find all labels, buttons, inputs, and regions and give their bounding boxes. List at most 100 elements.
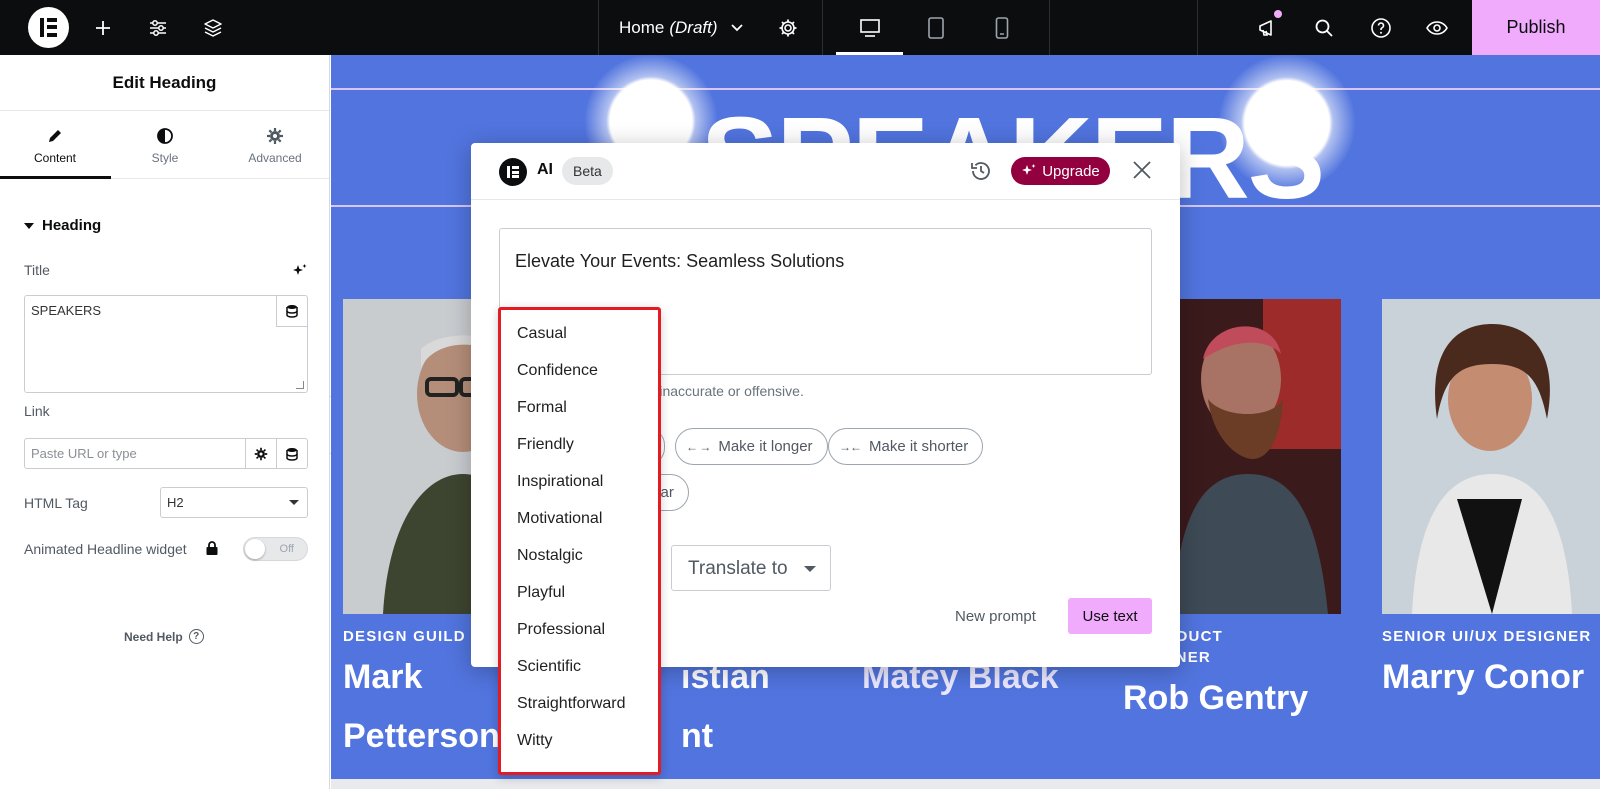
help-circle-icon: ? [188,629,204,644]
make-shorter-chip[interactable]: →← Make it shorter [828,428,984,465]
expand-arrows-icon: ← → [686,439,711,454]
tab-content[interactable]: Content [0,111,110,179]
title-label: Title [24,262,50,278]
active-tab-indicator [0,176,111,179]
speaker-photo [1163,299,1341,614]
speaker-name: Mark [343,658,423,696]
help-button[interactable] [1366,0,1396,55]
make-longer-chip[interactable]: ← → Make it longer [675,428,828,465]
dialog-header: AI Beta Upgrade [471,143,1180,200]
layers-icon [204,18,222,37]
menu-item-motivational[interactable]: Motivational [517,510,602,528]
menu-item-witty[interactable]: Witty [517,732,553,750]
speaker-name: Petterson [343,717,500,755]
animated-headline-toggle[interactable]: Off [243,537,308,561]
resize-handle[interactable] [296,381,304,389]
add-element-button[interactable] [88,0,118,55]
publish-button[interactable]: Publish [1472,0,1600,55]
html-tag-select[interactable]: H2 [160,487,308,518]
need-help-link[interactable]: Need Help ? [124,629,204,644]
tab-label: Style [151,151,179,165]
menu-item-playful[interactable]: Playful [517,584,565,602]
upgrade-button[interactable]: Upgrade [1011,157,1110,185]
menu-item-inspirational[interactable]: Inspirational [517,473,603,491]
contrast-icon [157,128,173,144]
close-button[interactable] [1131,159,1153,186]
speaker-name: Marry Conor [1382,658,1585,696]
beta-badge: Beta [562,157,613,185]
link-placeholder: Paste URL or type [31,446,137,461]
tab-label: Content [33,151,77,165]
elementor-logo-button[interactable] [28,7,69,48]
elementor-logo-icon [499,158,527,186]
speaker-photo [1382,299,1600,614]
translate-select[interactable]: Translate to [671,545,831,591]
tab-style[interactable]: Style [110,111,220,179]
sparkle-icon [293,264,307,275]
ai-sparkle-button[interactable] [292,263,308,284]
preview-button[interactable] [1422,0,1452,55]
lock-icon [205,540,219,561]
mobile-icon [995,16,1009,39]
divider [1049,0,1050,55]
page-title-button[interactable]: Home (Draft) [619,0,744,55]
new-prompt-button[interactable]: New prompt [955,608,1036,625]
generated-text: Elevate Your Events: Seamless Solutions [515,251,845,271]
page-status: (Draft) [669,17,718,37]
page-settings-button[interactable] [773,0,803,55]
divider [822,0,823,55]
use-text-button[interactable]: Use text [1068,598,1152,634]
need-help-label: Need Help [124,629,183,644]
dynamic-tags-button[interactable] [276,296,307,327]
caret-down-icon [24,222,34,229]
megaphone-icon [1259,19,1272,36]
link-options-button[interactable] [245,439,276,468]
desktop-view-button[interactable] [855,0,885,55]
horizontal-scrollbar[interactable] [331,779,1600,789]
section-title: Heading [42,217,102,234]
search-button[interactable] [1309,0,1339,55]
search-icon [1315,19,1333,37]
menu-item-professional[interactable]: Professional [517,621,605,639]
eye-icon [1426,20,1448,35]
structure-button[interactable] [198,0,228,55]
section-heading-toggle[interactable]: Heading [24,217,101,234]
caret-down-icon [804,566,816,572]
chip-label: Make it longer [718,438,813,455]
menu-item-scientific[interactable]: Scientific [517,658,581,676]
menu-item-nostalgic[interactable]: Nostalgic [517,547,583,565]
link-input[interactable]: Paste URL or type [24,438,308,469]
close-icon [1133,161,1151,179]
editor-panel: Edit Heading Content Style Advanced Head… [0,55,330,789]
database-icon [286,447,298,461]
mobile-view-button[interactable] [987,0,1017,55]
title-textarea[interactable]: SPEAKERS [24,295,308,393]
notifications-button[interactable] [1253,0,1283,55]
top-bar: Home (Draft) Publish [0,0,1600,55]
panel-tabs: Content Style Advanced [0,111,329,179]
page-title: Home [619,17,665,37]
menu-item-friendly[interactable]: Friendly [517,436,574,454]
history-button[interactable] [969,159,993,188]
help-icon [1371,17,1391,38]
tone-dropdown-menu: Casual Confidence Formal Friendly Inspir… [498,307,661,775]
speaker-role: SENIOR UI/UX DESIGNER [1382,628,1592,645]
site-settings-button[interactable] [143,0,173,55]
gear-icon [267,128,283,144]
desktop-icon [860,18,880,37]
html-tag-value: H2 [167,495,184,510]
panel-title: Edit Heading [0,55,329,111]
menu-item-straightforward[interactable]: Straightforward [517,695,626,713]
divider [1197,0,1198,55]
decorative-line [331,88,1600,90]
menu-item-confidence[interactable]: Confidence [517,362,598,380]
pencil-icon [49,130,61,142]
menu-item-formal[interactable]: Formal [517,399,567,417]
tablet-view-button[interactable] [921,0,951,55]
translate-label: Translate to [688,558,788,579]
menu-item-casual[interactable]: Casual [517,325,567,343]
tab-advanced[interactable]: Advanced [220,111,330,179]
ai-title: AI [537,161,553,178]
link-dynamic-tags-button[interactable] [276,439,307,468]
history-icon [971,162,990,180]
